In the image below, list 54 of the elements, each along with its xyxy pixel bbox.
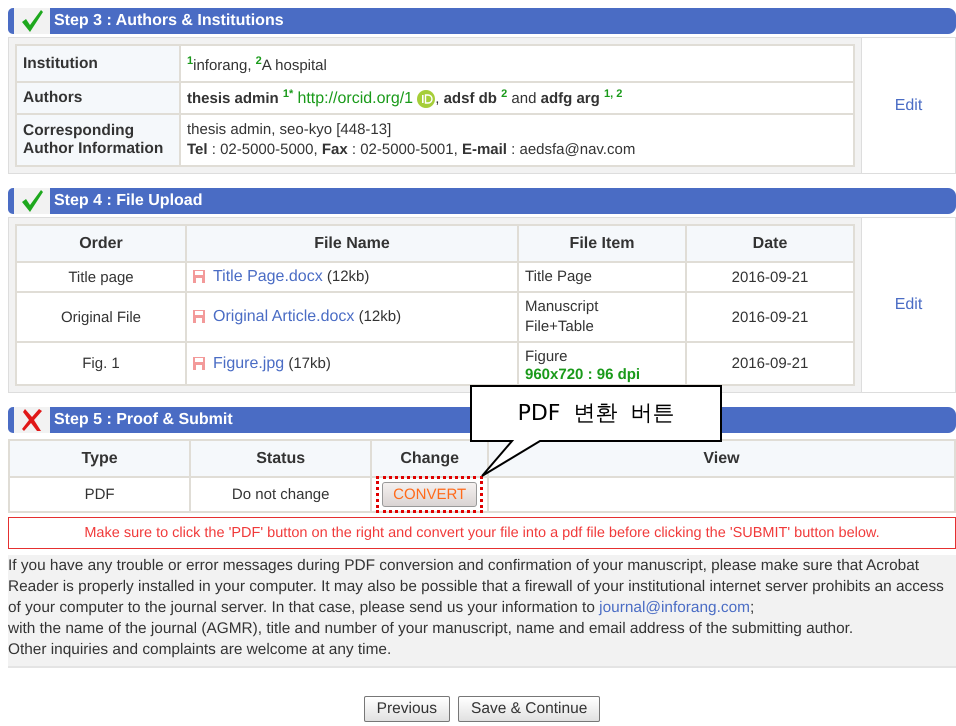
- edit-link[interactable]: Edit: [894, 296, 922, 314]
- row-label: Corresponding Author Information: [16, 114, 180, 166]
- help-text: If you have any trouble or error messages during PDF conversion and confirmation of your manuscript, please make sure that Acrobat Reader is properly installed in your computer. It may also be possible that a firewall of your institutional internet server prohibits an access of your computer to the journal server. In that case, please send us your information to journal@inforang.com; with the name of the journal (AGMR), title and number of your manuscript, name and email address of the submitting author. Other inquiries and complaints are welcome at any time.: [8, 555, 956, 668]
- table-cell: 2016-09-21: [732, 355, 808, 372]
- info-text: $^{1}$inforang, $^{2}$A hospital: [187, 54, 328, 76]
- table-cell: Fig. 1: [82, 355, 120, 372]
- column-header: View: [488, 440, 955, 478]
- column-header: Type: [9, 440, 190, 478]
- floppy-icon: [193, 270, 205, 284]
- row-label: Authors: [16, 82, 180, 114]
- floppy-icon: [193, 310, 205, 324]
- column-header: Date: [686, 225, 854, 262]
- warning-message: Make sure to click the 'PDF' button on the right and convert your file into a pdf file before clicking the 'SUBMIT' button below.: [8, 517, 956, 550]
- row-label: Institution: [16, 45, 180, 82]
- table-cell: Do not change: [232, 486, 330, 504]
- table-cell: Original File: [60, 308, 142, 326]
- separator-text: and: [510, 90, 538, 107]
- file-size: (17kb): [288, 354, 331, 372]
- table-cell: Title page: [68, 268, 134, 286]
- separator-text: ,: [435, 90, 440, 107]
- step-title: Step 5 : Proof & Submit: [53, 410, 233, 430]
- file-link[interactable]: Title Page.docx: [213, 268, 323, 286]
- info-text: Tel : 02-5000-5000, Fax : 02-5000-5001, E-mail : aedsfa@nav.com: [187, 140, 636, 160]
- dimension-note: 960x720 : 96 dpi: [525, 367, 642, 380]
- file-size: (12kb): [358, 308, 402, 326]
- info-text: thesis admin, seo-kyo [448-13]: [187, 120, 392, 140]
- email-link[interactable]: journal@inforang.com: [599, 599, 750, 616]
- table-cell-text: File+Table: [525, 317, 595, 338]
- column-header: File Name: [186, 225, 518, 262]
- column-header: Status: [190, 440, 372, 478]
- orcid-link[interactable]: http://orcid.org/1: [297, 90, 414, 107]
- column-header: File Item: [518, 225, 686, 262]
- table-cell-text: Title Page: [525, 267, 593, 288]
- table-cell-text: Manuscript: [525, 297, 600, 318]
- edit-link[interactable]: Edit: [894, 96, 922, 115]
- author-name: adfg arg $^{1, 2}$: [540, 90, 622, 107]
- nav-button[interactable]: Previous: [364, 696, 450, 722]
- author-name: thesis admin $^{1*}$: [187, 90, 294, 107]
- table-cell: PDF: [84, 486, 115, 504]
- callout-text: PDF 변환 버튼: [518, 400, 674, 428]
- nav-button[interactable]: Save & Continue: [458, 696, 600, 722]
- step-title: Step 4 : File Upload: [53, 191, 202, 212]
- table-cell: 2016-09-21: [732, 308, 808, 326]
- id-badge-icon: [417, 90, 436, 108]
- floppy-icon: [193, 356, 205, 370]
- table-cell: 2016-09-21: [732, 268, 808, 286]
- file-link[interactable]: Original Article.docx: [213, 308, 354, 326]
- step-title: Step 3 : Authors & Institutions: [53, 11, 284, 31]
- column-header: Order: [16, 225, 186, 262]
- file-size: (12kb): [326, 268, 370, 286]
- author-name: adsf db $^{2}$: [444, 90, 508, 107]
- column-header: Change: [371, 440, 488, 478]
- file-link[interactable]: Figure.jpg: [213, 354, 284, 372]
- table-cell-text: Figure: [525, 347, 569, 368]
